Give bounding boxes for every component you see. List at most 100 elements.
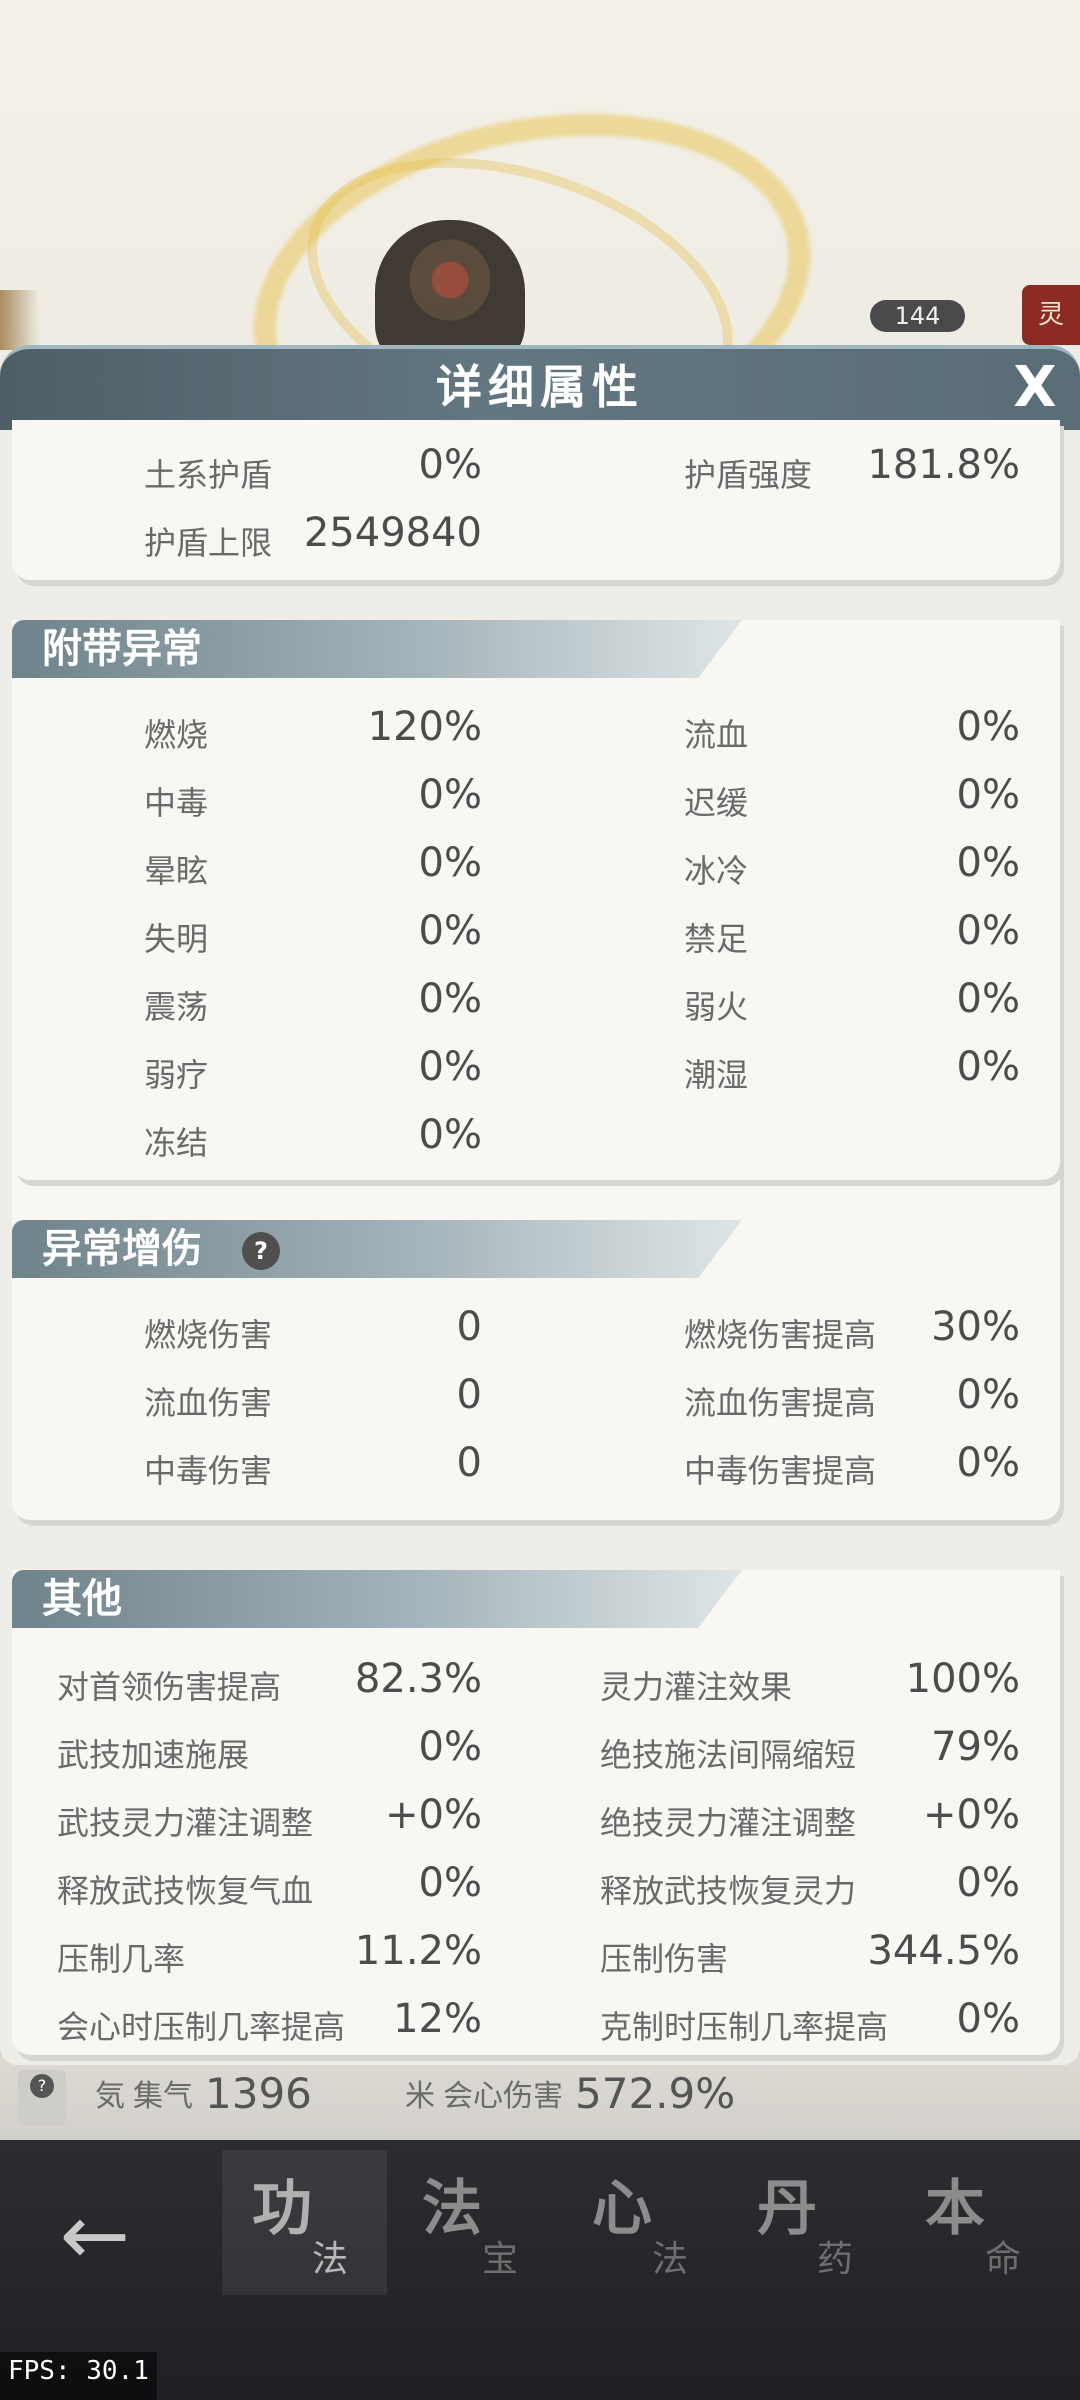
stat-value: 0% <box>418 976 482 1022</box>
stat-label: 失明 <box>144 920 209 958</box>
stat-value: 0% <box>956 704 1020 750</box>
stat-value: 0% <box>956 1440 1020 1486</box>
stat-value: 2549840 <box>303 510 482 556</box>
stat-label: 流血 <box>684 716 749 754</box>
stat-value: 0% <box>956 1860 1020 1906</box>
stat-label: 震荡 <box>144 988 209 1026</box>
stat-label: 冻结 <box>144 1124 209 1162</box>
stat-value: 0 <box>456 1372 482 1418</box>
tab-fabao[interactable]: 法 宝 <box>392 2150 557 2295</box>
stat-value: 344.5% <box>867 1928 1020 1974</box>
tab-label-sub: 法 <box>652 2239 689 2280</box>
stat-label: 绝技灵力灌注调整 <box>600 1804 857 1842</box>
stat-label: 中毒 <box>144 784 209 822</box>
tab-label-main: 法 <box>422 2174 482 2244</box>
stat-label: 武技加速施展 <box>57 1736 250 1774</box>
stat-label: 护盾强度 <box>684 456 813 494</box>
left-decoration <box>0 290 40 350</box>
back-arrow-button[interactable]: ← <box>30 2180 160 2290</box>
tab-label-sub: 命 <box>985 2239 1022 2280</box>
stat-label: 压制几率 <box>57 1940 186 1978</box>
stat-label: 燃烧伤害提高 <box>684 1316 877 1354</box>
stat-value: 0 <box>456 1440 482 1486</box>
stat-value: 0% <box>418 1112 482 1158</box>
stat-value: 0% <box>956 1372 1020 1418</box>
stat-label: 武技灵力灌注调整 <box>57 1804 314 1842</box>
stat-value: 0% <box>418 840 482 886</box>
stat-value: +0% <box>385 1792 482 1838</box>
stat-value: 0% <box>418 442 482 488</box>
close-button[interactable]: X <box>1000 353 1070 423</box>
tab-gongfa[interactable]: 功 法 <box>222 2150 387 2295</box>
help-icon[interactable]: ? <box>242 1232 280 1270</box>
tab-label-main: 功 <box>252 2174 312 2244</box>
ailment-damage-section: 异常增伤 ? 燃烧伤害 0 燃烧伤害提高 30% 流血伤害 0 流血伤害提高 0… <box>12 1220 1060 1520</box>
section-title: 附带异常 <box>42 626 202 672</box>
tab-xinfa[interactable]: 心 法 <box>562 2150 727 2295</box>
stat-value: 12% <box>393 1996 482 2042</box>
shield-card: 土系护盾 0% 护盾强度 181.8% 护盾上限 2549840 <box>12 420 1060 580</box>
stat-value: 181.8% <box>867 442 1020 488</box>
stat-label: 土系护盾 <box>144 456 273 494</box>
stat-label: 中毒伤害 <box>144 1452 273 1490</box>
stat-label: 会心伤害 <box>443 2079 563 2114</box>
stat-value: 0% <box>418 908 482 954</box>
stat-value: +0% <box>923 1792 1020 1838</box>
stat-value: 0% <box>418 772 482 818</box>
stat-label: 压制伤害 <box>600 1940 729 1978</box>
stat-value: 0% <box>956 772 1020 818</box>
stat-label: 禁足 <box>684 920 749 958</box>
fps-counter: FPS: 30.1 <box>0 2352 157 2400</box>
stat-label: 灵力灌注效果 <box>600 1668 793 1706</box>
stat-value: 11.2% <box>354 1928 482 1974</box>
tab-danyao[interactable]: 丹 药 <box>727 2150 892 2295</box>
question-icon: ? <box>30 2074 54 2098</box>
tab-label-sub: 药 <box>817 2239 854 2280</box>
stat-label: 释放武技恢复灵力 <box>600 1872 857 1910</box>
stat-value: 0% <box>956 840 1020 886</box>
section-title: 异常增伤 <box>42 1226 202 1272</box>
side-tab-spirit[interactable]: 灵 <box>1022 285 1080 345</box>
stat-label: 弱疗 <box>144 1056 209 1094</box>
swirl-icon: 気 <box>95 2079 125 2114</box>
stat-label: 燃烧伤害 <box>144 1316 273 1354</box>
stat-label: 潮湿 <box>684 1056 749 1094</box>
tab-label-sub: 宝 <box>482 2239 519 2280</box>
stat-crit-damage: 米 会心伤害 572.9% <box>405 2068 735 2118</box>
stat-label: 会心时压制几率提高 <box>57 2008 346 2046</box>
stat-label: 晕眩 <box>144 852 209 890</box>
stat-label: 绝技施法间隔缩短 <box>600 1736 857 1774</box>
section-title: 其他 <box>42 1576 122 1622</box>
stat-label: 流血伤害 <box>144 1384 273 1422</box>
tab-benming[interactable]: 本 命 <box>895 2150 1060 2295</box>
stat-label: 迟缓 <box>684 784 749 822</box>
star-icon: 米 <box>405 2079 435 2114</box>
stat-value: 0% <box>956 1996 1020 2042</box>
stat-label: 克制时压制几率提高 <box>600 2008 889 2046</box>
stat-value: 0% <box>956 908 1020 954</box>
stat-value: 0% <box>418 1044 482 1090</box>
tab-label-main: 心 <box>592 2174 652 2244</box>
stat-label: 中毒伤害提高 <box>684 1452 877 1490</box>
stat-value: 0% <box>956 976 1020 1022</box>
stat-value: 0 <box>456 1304 482 1350</box>
tab-label-main: 本 <box>925 2174 985 2244</box>
stat-label: 护盾上限 <box>144 524 273 562</box>
stat-label: 弱火 <box>684 988 749 1026</box>
stat-label: 集气 <box>133 2079 193 2114</box>
stat-value: 82.3% <box>354 1656 482 1702</box>
stat-label: 冰冷 <box>684 852 749 890</box>
stat-label: 释放武技恢复气血 <box>57 1872 314 1910</box>
stat-label: 对首领伤害提高 <box>57 1668 282 1706</box>
tab-label-sub: 法 <box>312 2239 349 2280</box>
background-help-button[interactable]: ? <box>18 2070 66 2126</box>
ailments-section: 附带异常 燃烧 120% 流血 0% 中毒 0% 迟缓 0% 晕眩 0% 冰冷 … <box>12 620 1060 1180</box>
stat-value: 0% <box>956 1044 1020 1090</box>
stat-value: 1396 <box>205 2068 312 2118</box>
stat-value: 79% <box>931 1724 1020 1770</box>
stat-value: 0% <box>418 1724 482 1770</box>
stat-value: 120% <box>367 704 482 750</box>
stat-label: 燃烧 <box>144 716 209 754</box>
modal-title: 详细属性 <box>436 360 644 414</box>
stat-label: 流血伤害提高 <box>684 1384 877 1422</box>
